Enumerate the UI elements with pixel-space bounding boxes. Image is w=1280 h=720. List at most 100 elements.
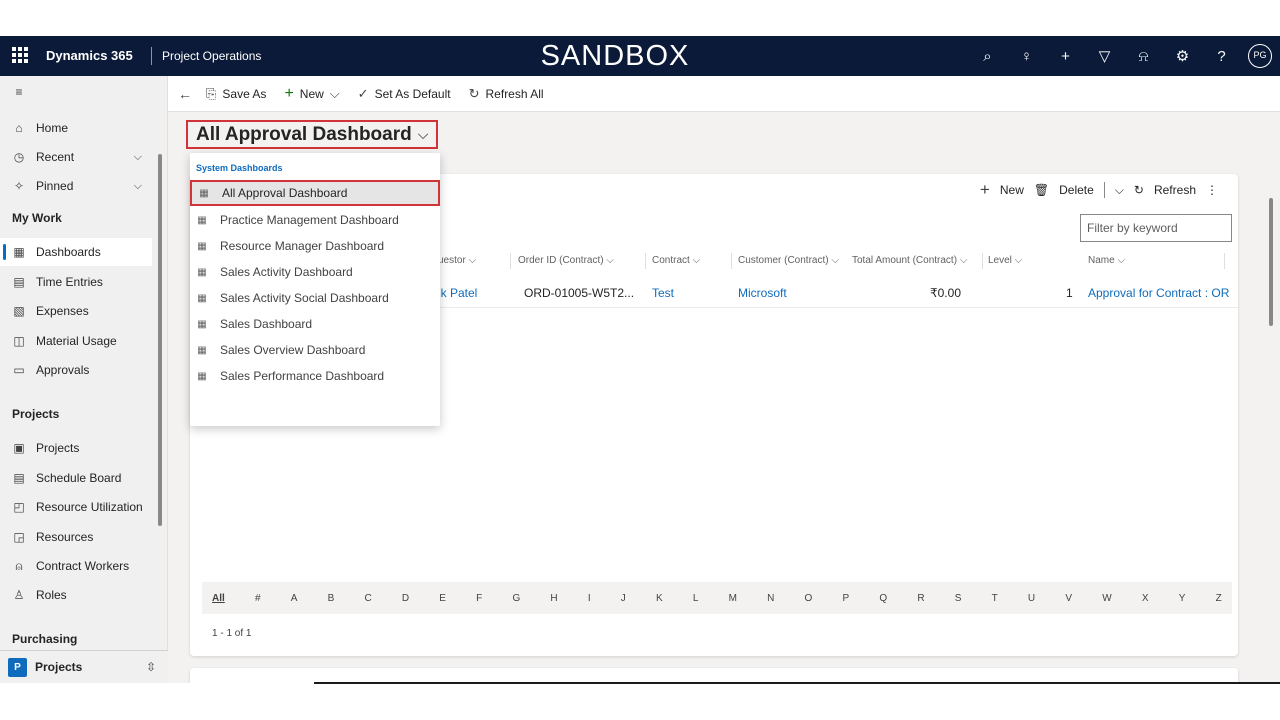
area-switcher[interactable]: P Projects ⇳: [0, 650, 168, 683]
refresh-all-button[interactable]: ↻ Refresh All: [469, 86, 544, 102]
nav-item-dashboards[interactable]: ▦ Dashboards: [0, 238, 152, 266]
nav-item-recent[interactable]: ◷ Recent ⌵: [0, 143, 152, 171]
jump-letter[interactable]: L: [693, 593, 699, 604]
nav-item-schedule-board[interactable]: ▤ Schedule Board: [0, 464, 152, 492]
column-header-customer[interactable]: Customer (Contract) ⌵: [738, 255, 839, 266]
nav-item-roles[interactable]: ♙ Roles: [0, 581, 152, 609]
jump-letter[interactable]: F: [476, 593, 482, 604]
jump-letter[interactable]: Z: [1216, 593, 1222, 604]
column-header-requestor[interactable]: uestor ⌵: [438, 255, 476, 266]
jump-letter[interactable]: I: [588, 593, 591, 604]
new-dashboard-button[interactable]: + New ⌵: [284, 85, 339, 103]
plus-icon[interactable]: +: [1046, 48, 1085, 65]
nav-item-time-entries[interactable]: ▤ Time Entries: [0, 268, 152, 296]
plus-icon: +: [284, 84, 294, 102]
jump-letter[interactable]: V: [1065, 593, 1072, 604]
cell-contract[interactable]: Test: [652, 286, 674, 300]
nav-item-label: Home: [36, 121, 69, 135]
jump-letter[interactable]: P: [843, 593, 850, 604]
nav-scrollbar[interactable]: [158, 154, 162, 526]
nav-item-pinned[interactable]: ✧ Pinned ⌵: [0, 172, 152, 200]
grid-refresh-button[interactable]: Refresh: [1154, 183, 1196, 197]
lightbulb-icon[interactable]: ♀: [1007, 48, 1046, 65]
jump-letter[interactable]: C: [364, 593, 371, 604]
grid-new-button[interactable]: New: [1000, 183, 1024, 197]
grid-delete-button[interactable]: Delete: [1059, 183, 1094, 197]
dropdown-item-sales-performance[interactable]: ▦ Sales Performance Dashboard: [190, 363, 440, 389]
jump-letter[interactable]: B: [328, 593, 335, 604]
dropdown-item-sales[interactable]: ▦ Sales Dashboard: [190, 311, 440, 337]
dashboard-selector[interactable]: All Approval Dashboard ⌵: [186, 120, 439, 149]
back-arrow-icon[interactable]: ←: [178, 86, 192, 102]
cell-requestor[interactable]: ik Patel: [438, 286, 477, 300]
nav-item-label: Resource Utilization: [36, 500, 143, 514]
column-header-contract[interactable]: Contract ⌵: [652, 255, 700, 266]
jump-letter[interactable]: U: [1028, 593, 1035, 604]
plus-icon[interactable]: +: [980, 180, 990, 200]
gear-icon[interactable]: ⚙: [1163, 47, 1202, 65]
jump-letter[interactable]: Q: [879, 593, 887, 604]
jump-letter[interactable]: O: [805, 593, 813, 604]
column-header-total-amount[interactable]: Total Amount (Contract) ⌵: [852, 255, 967, 266]
hamburger-menu[interactable]: ≡: [0, 78, 168, 106]
column-header-order-id[interactable]: Order ID (Contract) ⌵: [518, 255, 614, 266]
nav-group-projects: Projects: [12, 407, 60, 421]
jump-letter[interactable]: T: [992, 593, 998, 604]
column-header-name[interactable]: Name ⌵: [1088, 255, 1125, 266]
search-icon[interactable]: ⌕: [968, 48, 1007, 65]
dropdown-item-label: Sales Overview Dashboard: [220, 343, 366, 357]
nav-item-home[interactable]: ⌂ Home: [0, 114, 152, 142]
cell-name[interactable]: Approval for Contract : OR: [1088, 286, 1229, 300]
dropdown-item-all-approval[interactable]: ▦ All Approval Dashboard: [190, 180, 440, 206]
dropdown-item-resource-manager[interactable]: ▦ Resource Manager Dashboard: [190, 233, 440, 259]
nav-item-label: Expenses: [36, 304, 89, 318]
nav-item-material-usage[interactable]: ◫ Material Usage: [0, 327, 152, 355]
nav-item-resources[interactable]: ◲ Resources: [0, 523, 152, 551]
trash-icon[interactable]: 🗑: [1034, 183, 1049, 197]
jump-letter[interactable]: W: [1102, 593, 1111, 604]
dropdown-item-sales-overview[interactable]: ▦ Sales Overview Dashboard: [190, 337, 440, 363]
jump-letter[interactable]: #: [255, 593, 261, 604]
dropdown-item-sales-activity[interactable]: ▦ Sales Activity Dashboard: [190, 259, 440, 285]
jump-letter[interactable]: N: [767, 593, 774, 604]
avatar[interactable]: PG: [1248, 44, 1272, 68]
filter-icon[interactable]: ▽: [1085, 47, 1124, 65]
jump-letter[interactable]: D: [402, 593, 409, 604]
jump-letter[interactable]: X: [1142, 593, 1149, 604]
nav-item-approvals[interactable]: ▭ Approvals: [0, 356, 152, 384]
bell-icon[interactable]: ⍾: [1124, 48, 1163, 65]
jump-all[interactable]: All: [212, 593, 225, 604]
jump-letter[interactable]: M: [729, 593, 737, 604]
jump-letter[interactable]: G: [512, 593, 520, 604]
help-icon[interactable]: ?: [1202, 48, 1241, 65]
cell-customer[interactable]: Microsoft: [738, 286, 787, 300]
more-options-icon[interactable]: ⋮: [1206, 183, 1218, 197]
chevron-down-icon[interactable]: ⌵: [134, 151, 142, 164]
jump-letter[interactable]: K: [656, 593, 663, 604]
dropdown-item-sales-activity-social[interactable]: ▦ Sales Activity Social Dashboard: [190, 285, 440, 311]
dropdown-item-label: Practice Management Dashboard: [220, 213, 399, 227]
nav-item-expenses[interactable]: ▧ Expenses: [0, 297, 152, 325]
pin-icon: ✧: [13, 179, 25, 193]
dropdown-item-practice-management[interactable]: ▦ Practice Management Dashboard: [190, 207, 440, 233]
jump-letter[interactable]: R: [917, 593, 924, 604]
jump-letter[interactable]: H: [550, 593, 557, 604]
chevron-down-icon[interactable]: ⌵: [134, 180, 142, 193]
nav-item-contract-workers[interactable]: ⍝ Contract Workers: [0, 552, 152, 580]
chevron-down-icon[interactable]: ⌵: [330, 86, 340, 102]
nav-item-projects[interactable]: ▣ Projects: [0, 434, 152, 462]
set-as-default-button[interactable]: ✓ Set As Default: [358, 86, 451, 102]
chevron-down-icon[interactable]: ⌵: [1115, 183, 1124, 198]
column-header-level[interactable]: Level ⌵: [988, 255, 1022, 266]
jump-letter[interactable]: E: [439, 593, 446, 604]
save-as-button[interactable]: ⎘ Save As: [206, 86, 266, 102]
page-scrollbar[interactable]: [1269, 198, 1273, 326]
nav-item-resource-utilization[interactable]: ◰ Resource Utilization: [0, 493, 152, 521]
jump-letter[interactable]: A: [291, 593, 298, 604]
filter-by-keyword-input[interactable]: Filter by keyword: [1080, 214, 1232, 242]
jump-letter[interactable]: S: [955, 593, 962, 604]
refresh-icon[interactable]: ↻: [1134, 183, 1144, 197]
column-divider: [731, 253, 732, 269]
jump-letter[interactable]: J: [621, 593, 626, 604]
jump-letter[interactable]: Y: [1179, 593, 1186, 604]
